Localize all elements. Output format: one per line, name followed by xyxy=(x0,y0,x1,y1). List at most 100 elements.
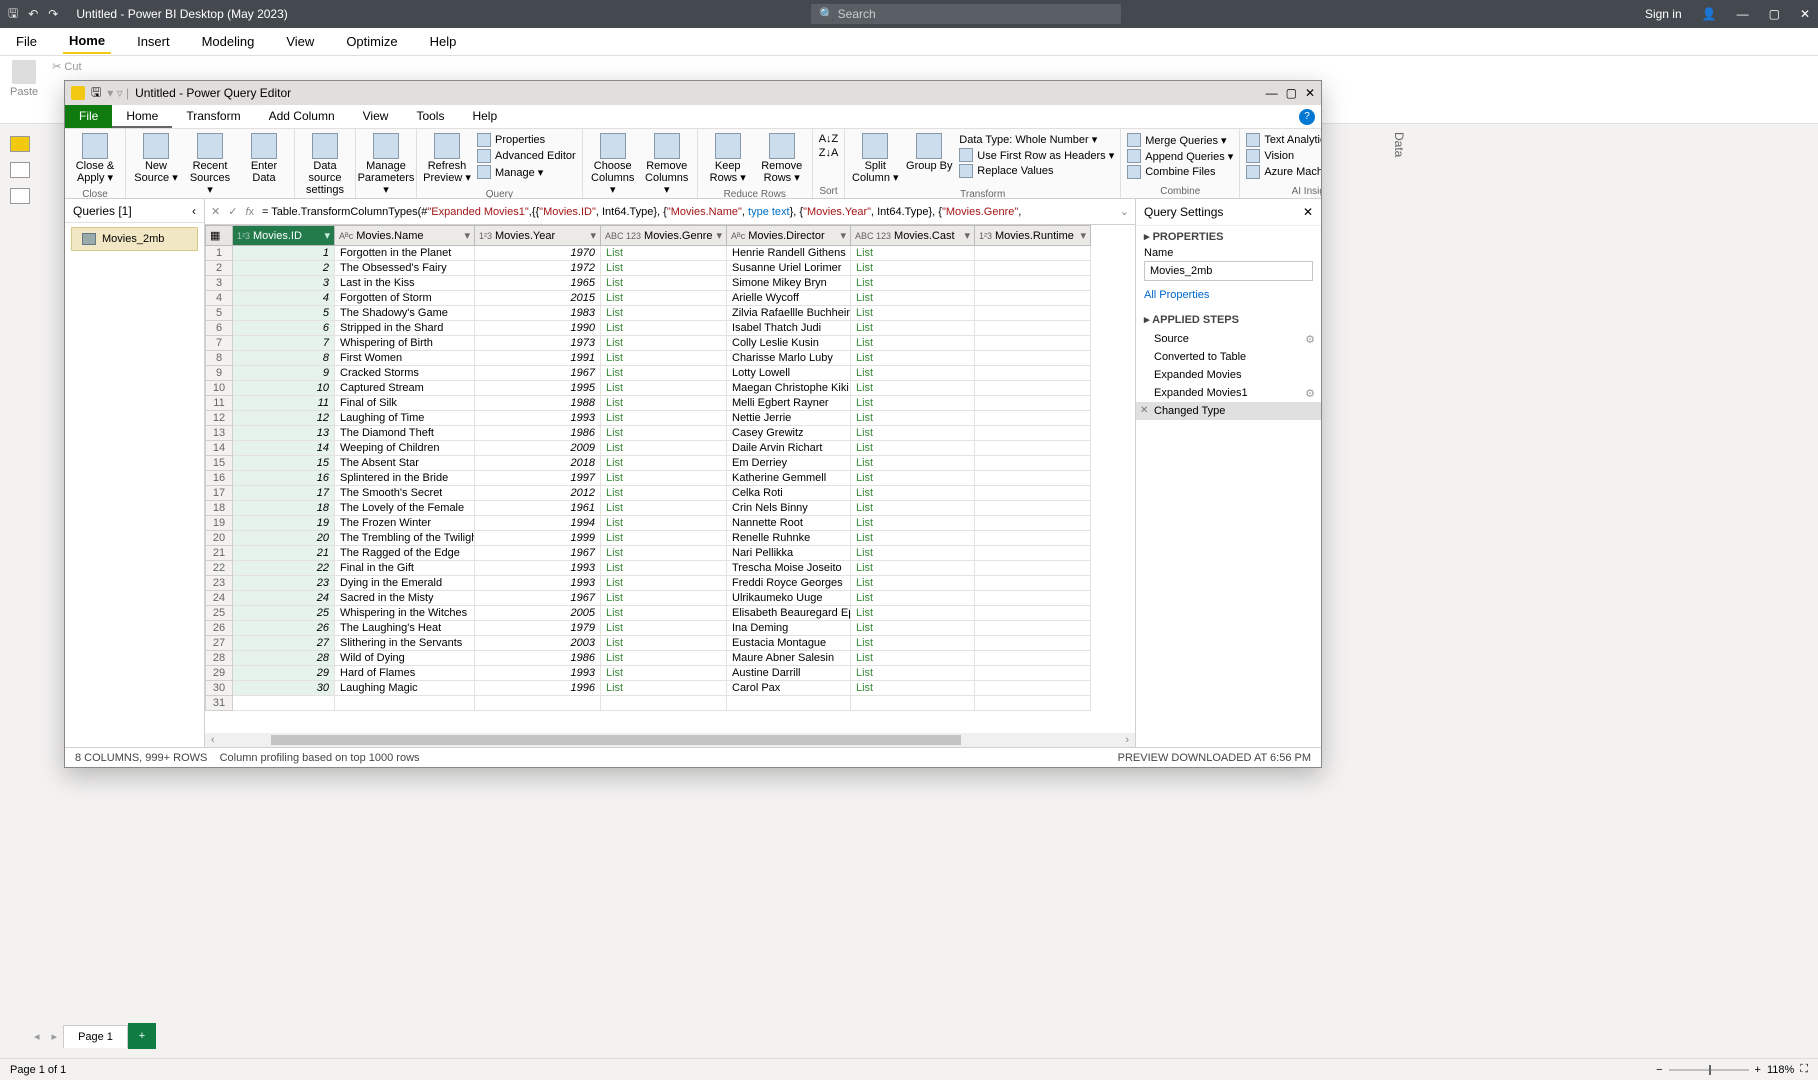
cell-genre[interactable]: List xyxy=(601,321,727,336)
cell-director[interactable]: Ulrikaumeko Uuge xyxy=(727,591,851,606)
replace-values-button[interactable]: Replace Values xyxy=(959,164,1114,178)
cell-id[interactable]: 17 xyxy=(233,486,335,501)
row-number[interactable]: 29 xyxy=(205,666,233,681)
cell-id[interactable]: 14 xyxy=(233,441,335,456)
cell-id[interactable]: 21 xyxy=(233,546,335,561)
cell-director[interactable]: Colly Leslie Kusin xyxy=(727,336,851,351)
cell-id[interactable]: 23 xyxy=(233,576,335,591)
row-number[interactable]: 10 xyxy=(205,381,233,396)
formula-text[interactable]: = Table.TransformColumnTypes(#"Expanded … xyxy=(262,206,1112,218)
pq-tab-view[interactable]: View xyxy=(349,105,403,128)
cell-year[interactable]: 1986 xyxy=(475,651,601,666)
report-view-icon[interactable] xyxy=(10,136,30,152)
applied-step[interactable]: ✕Changed Type xyxy=(1136,402,1321,420)
row-number[interactable]: 28 xyxy=(205,651,233,666)
cell-name[interactable]: Final in the Gift xyxy=(335,561,475,576)
column-header-movies-runtime[interactable]: 1²3Movies.Runtime▾ xyxy=(975,225,1091,246)
cell-director[interactable]: Susanne Uriel Lorimer xyxy=(727,261,851,276)
cell-year[interactable]: 1973 xyxy=(475,336,601,351)
cell-name[interactable]: The Trembling of the Twilight xyxy=(335,531,475,546)
formula-bar[interactable]: ✕ ✓ fx = Table.TransformColumnTypes(#"Ex… xyxy=(205,199,1135,225)
cell-empty[interactable] xyxy=(727,696,851,711)
cell-id[interactable]: 4 xyxy=(233,291,335,306)
cell-empty[interactable] xyxy=(335,696,475,711)
cell-director[interactable]: Trescha Moise Joseito xyxy=(727,561,851,576)
row-number[interactable]: 19 xyxy=(205,516,233,531)
all-properties-link[interactable]: All Properties xyxy=(1136,287,1321,309)
pq-tab-help[interactable]: Help xyxy=(458,105,511,128)
cell-id[interactable]: 8 xyxy=(233,351,335,366)
applied-step[interactable]: Expanded Movies1⚙ xyxy=(1136,384,1321,402)
main-tab-home[interactable]: Home xyxy=(63,29,111,54)
cell-cast[interactable]: List xyxy=(851,636,975,651)
cell-runtime[interactable] xyxy=(975,366,1091,381)
gear-icon[interactable]: ⚙ xyxy=(1305,333,1315,346)
cell-id[interactable]: 22 xyxy=(233,561,335,576)
cell-year[interactable]: 1993 xyxy=(475,561,601,576)
row-number[interactable]: 31 xyxy=(205,696,233,711)
cell-director[interactable]: Katherine Gemmell xyxy=(727,471,851,486)
cell-name[interactable]: First Women xyxy=(335,351,475,366)
cell-genre[interactable]: List xyxy=(601,681,727,696)
append-queries-button[interactable]: Append Queries ▾ xyxy=(1127,149,1233,163)
cell-year[interactable]: 1970 xyxy=(475,246,601,261)
cell-director[interactable]: Eustacia Montague xyxy=(727,636,851,651)
cell-runtime[interactable] xyxy=(975,261,1091,276)
row-number[interactable]: 5 xyxy=(205,306,233,321)
applied-step[interactable]: Source⚙ xyxy=(1136,330,1321,348)
next-page-icon[interactable]: ▸ xyxy=(46,1030,64,1043)
cell-director[interactable]: Arielle Wycoff xyxy=(727,291,851,306)
cell-id[interactable]: 12 xyxy=(233,411,335,426)
cell-genre[interactable]: List xyxy=(601,276,727,291)
cell-id[interactable]: 24 xyxy=(233,591,335,606)
first-row-headers-button[interactable]: Use First Row as Headers ▾ xyxy=(959,148,1114,162)
cell-genre[interactable]: List xyxy=(601,306,727,321)
cell-director[interactable]: Henrie Randell Githens xyxy=(727,246,851,261)
cell-year[interactable]: 1993 xyxy=(475,666,601,681)
cell-cast[interactable]: List xyxy=(851,681,975,696)
column-header-movies-name[interactable]: AᴮcMovies.Name▾ xyxy=(335,225,475,246)
cell-cast[interactable]: List xyxy=(851,351,975,366)
cell-genre[interactable]: List xyxy=(601,636,727,651)
cell-cast[interactable]: List xyxy=(851,651,975,666)
cell-genre[interactable]: List xyxy=(601,471,727,486)
cell-director[interactable]: Celka Roti xyxy=(727,486,851,501)
cell-director[interactable]: Maegan Christophe Kiki xyxy=(727,381,851,396)
cell-year[interactable]: 1979 xyxy=(475,621,601,636)
prev-page-icon[interactable]: ◂ xyxy=(28,1030,46,1043)
cell-cast[interactable]: List xyxy=(851,261,975,276)
cell-id[interactable]: 28 xyxy=(233,651,335,666)
cell-name[interactable]: Stripped in the Shard xyxy=(335,321,475,336)
accept-formula-icon[interactable]: ✓ xyxy=(228,205,237,218)
cell-name[interactable]: Sacred in the Misty xyxy=(335,591,475,606)
cell-name[interactable]: The Shadowy's Game xyxy=(335,306,475,321)
cell-year[interactable]: 1972 xyxy=(475,261,601,276)
cell-genre[interactable]: List xyxy=(601,531,727,546)
row-number[interactable]: 6 xyxy=(205,321,233,336)
cell-genre[interactable]: List xyxy=(601,381,727,396)
combine-files-button[interactable]: Combine Files xyxy=(1127,165,1233,179)
cell-id[interactable]: 30 xyxy=(233,681,335,696)
delete-step-icon[interactable]: ✕ xyxy=(1140,405,1148,416)
cell-name[interactable]: Forgotten of Storm xyxy=(335,291,475,306)
close-settings-icon[interactable]: ✕ xyxy=(1303,205,1313,219)
cell-year[interactable]: 1967 xyxy=(475,546,601,561)
cell-year[interactable]: 2012 xyxy=(475,486,601,501)
row-number[interactable]: 25 xyxy=(205,606,233,621)
cell-name[interactable]: The Lovely of the Female xyxy=(335,501,475,516)
row-number[interactable]: 22 xyxy=(205,561,233,576)
cell-runtime[interactable] xyxy=(975,246,1091,261)
cell-cast[interactable]: List xyxy=(851,621,975,636)
cell-runtime[interactable] xyxy=(975,426,1091,441)
cell-runtime[interactable] xyxy=(975,591,1091,606)
split-column-button[interactable]: Split Column ▾ xyxy=(851,133,899,184)
cell-runtime[interactable] xyxy=(975,486,1091,501)
maximize-icon[interactable]: ▢ xyxy=(1769,7,1780,21)
cell-genre[interactable]: List xyxy=(601,516,727,531)
applied-step[interactable]: Expanded Movies xyxy=(1136,366,1321,384)
cell-director[interactable]: Austine Darrill xyxy=(727,666,851,681)
cell-genre[interactable]: List xyxy=(601,621,727,636)
cell-name[interactable]: Hard of Flames xyxy=(335,666,475,681)
cell-id[interactable]: 18 xyxy=(233,501,335,516)
cell-name[interactable]: Last in the Kiss xyxy=(335,276,475,291)
